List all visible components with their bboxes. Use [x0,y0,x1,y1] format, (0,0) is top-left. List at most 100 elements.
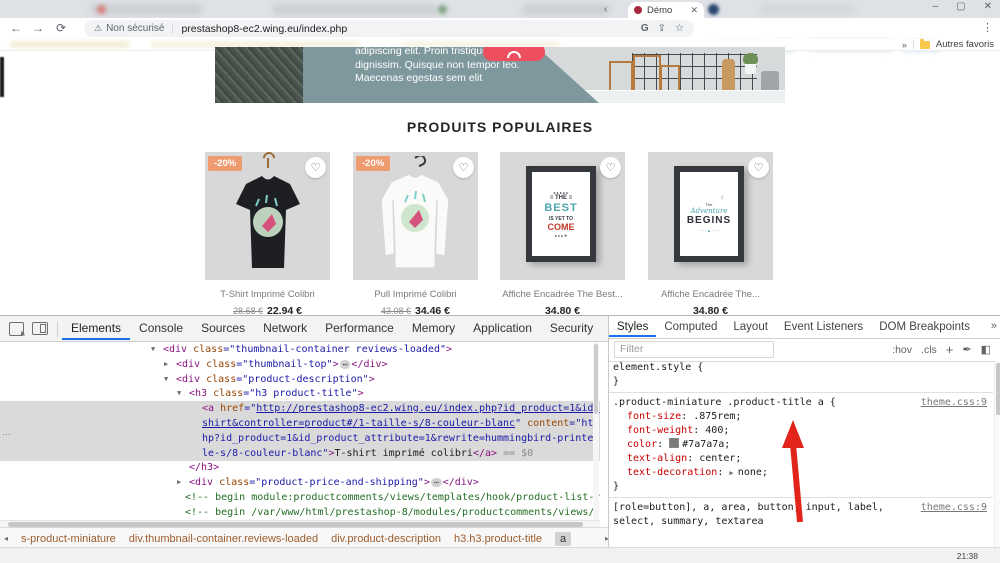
css-property[interactable]: font-weight: 400; [609,424,993,438]
breadcrumb-item[interactable]: div.thumbnail-container.reviews-loaded [129,533,318,545]
bookmark-star-icon[interactable]: ☆ [675,23,684,34]
cls-toggle[interactable]: .cls [921,344,937,356]
rule1-source-link[interactable]: theme.css:9 [921,396,987,410]
scrollbar-thumb[interactable] [594,344,598,414]
security-label: Non sécurisé [106,23,165,34]
expand-value-icon[interactable]: ▶ [729,469,737,477]
tree-expand-icon[interactable]: ▶ [164,357,168,372]
styles-tab-styles[interactable]: Styles [609,318,657,337]
rule2-selector[interactable]: [role=button], a, area, button, input, l… [613,502,884,513]
elements-tree[interactable]: ▼ <div class="thumbnail-container reviews… [0,342,600,520]
other-bookmarks-label[interactable]: Autres favoris [936,39,994,50]
banner-button[interactable] [483,47,545,61]
product-title[interactable]: Affiche Encadrée The Best... [500,280,625,303]
tree-row[interactable]: <!-- begin module:productcomments/views/… [0,490,600,505]
styles-vertical-scrollbar[interactable] [994,361,1000,548]
devtools-panel: ElementsConsoleSourcesNetworkPerformance… [0,315,1000,549]
back-icon[interactable]: ← [10,21,22,35]
tree-expand-icon[interactable]: ▼ [164,372,168,387]
tree-row[interactable]: ▶ <div class="thumbnail-top"> ⋯ </div> [0,357,600,372]
share-icon[interactable]: ⇪ [658,23,666,34]
styles-tab-computed[interactable]: Computed [656,318,725,337]
breadcrumb-item[interactable]: div.product-description [331,533,441,545]
sidebar-panel-icon[interactable]: ◧ [981,343,991,356]
devtools-tab-network[interactable]: Network [254,317,316,340]
wishlist-button[interactable]: ♡ [453,157,474,178]
wishlist-button[interactable]: ♡ [600,157,621,178]
devtools-tab-performance[interactable]: Performance [316,317,403,340]
css-property[interactable]: font-size: .875rem; [609,410,993,424]
breadcrumb-item[interactable]: a [555,531,572,546]
rule2-source-link[interactable]: theme.css:9 [921,501,987,515]
tab-favicon [634,6,642,14]
devtools-tab-sources[interactable]: Sources [192,317,254,340]
product-image[interactable]: -20% ♡ [353,152,478,280]
tree-row[interactable]: le-s/8-couleur-blanc">T-shirt imprimé co… [0,446,600,461]
tab-close-icon[interactable]: ✕ [690,5,698,16]
reload-icon[interactable]: ⟳ [56,21,66,35]
rule2-selector-line2[interactable]: select, summary, textarea [609,515,993,529]
tree-row[interactable]: shirt&controller=product#/1-taille-s/8-c… [0,416,600,431]
tree-gutter-dots[interactable]: … [2,427,12,437]
styles-tabs-more-icon[interactable]: » [991,320,997,332]
breadcrumb-item[interactable]: s-product-miniature [21,533,116,545]
css-property[interactable]: text-decoration: ▶ none; [609,466,993,480]
devtools-tab-elements[interactable]: Elements [62,317,131,340]
hero-banner[interactable]: adipiscing elit. Proin tristique in tort… [215,47,785,103]
tree-row[interactable]: ▶ <div class="product-price-and-shipping"… [0,475,600,490]
product-title[interactable]: T-Shirt Imprimé Colibri [205,280,330,303]
url-text[interactable]: prestashop8-ec2.wing.eu/index.php [181,23,631,35]
styles-filter-input[interactable]: Filter [614,341,774,358]
tab-scroll-left-icon[interactable]: ‹ [604,4,607,15]
breadcrumb-scroll-left-icon[interactable]: ◂ [4,534,8,543]
tree-expand-icon[interactable]: ▼ [151,342,155,357]
devtools-tabs: Elements Console Sources Network Performance… [62,317,679,340]
product-image[interactable]: -20% ♡ [205,152,330,280]
tree-row[interactable]: <a href="http://prestashop8-ec2.wing.eu/… [0,401,600,416]
color-swatch[interactable] [669,438,680,448]
maximize-button[interactable]: ▢ [956,1,965,12]
tree-row[interactable]: <!-- begin /var/www/html/prestashop-8/mo… [0,505,600,520]
elements-vertical-scrollbar[interactable] [593,342,599,520]
tree-row[interactable]: hp?id_product=1&id_product_attribute=1&r… [0,431,600,446]
styles-tab-layout[interactable]: Layout [725,318,776,337]
paint-format-icon[interactable]: ✒ [962,343,971,356]
css-property[interactable]: text-align: center; [609,452,993,466]
inspect-element-icon[interactable] [9,321,24,336]
element-style-open[interactable]: element.style { [609,361,993,375]
device-toolbar-icon[interactable] [32,322,48,335]
tree-expand-icon[interactable]: ▶ [177,475,181,490]
tree-row[interactable]: ▼ <div class="thumbnail-container reviews… [0,342,600,357]
product-title[interactable]: Affiche Encadrée The... [648,280,773,303]
rule1-selector[interactable]: .product-miniature .product-title a { [613,397,836,408]
styles-tab-dom-breakpoints[interactable]: DOM Breakpoints [871,318,978,337]
chrome-menu-icon[interactable]: ⋮ [982,21,993,34]
minimize-button[interactable]: – [933,1,939,12]
active-tab[interactable]: Démo ✕ [628,2,704,18]
devtools-tab-memory[interactable]: Memory [403,317,464,340]
new-style-rule-icon[interactable]: + [946,342,954,357]
google-icon[interactable]: G [641,23,649,34]
wishlist-button[interactable]: ♡ [305,157,326,178]
tree-row[interactable]: ▼ <div class="product-description"> [0,372,600,387]
devtools-tab-application[interactable]: Application [464,317,541,340]
product-image[interactable]: ♡ ▸ ▸ ▸ ▸ ▸ ≡ THE ≡ BEST IS YET TO COME … [500,152,625,280]
bookmarks-overflow-icon[interactable]: » [902,40,907,50]
close-button[interactable]: ✕ [984,1,992,12]
photo-wood-figure [722,59,735,92]
styles-tab-event-listeners[interactable]: Event Listeners [776,318,871,337]
css-property[interactable]: color: #7a7a7a; [609,438,993,452]
scrollbar-thumb[interactable] [996,363,1000,415]
product-image[interactable]: ♡ ☾ The Adventure BEGINS ⋯⋯ ▲ ⋯⋯ [648,152,773,280]
wishlist-button[interactable]: ♡ [748,157,769,178]
breadcrumb-item[interactable]: h3.h3.product-title [454,533,542,545]
devtools-tab-console[interactable]: Console [130,317,192,340]
tree-expand-icon[interactable]: ▼ [177,386,181,401]
devtools-tab-security[interactable]: Security [541,317,602,340]
hov-toggle[interactable]: :hov [892,344,912,356]
tree-row[interactable]: </h3> [0,460,600,475]
tree-row[interactable]: ▼ <h3 class="h3 product-title"> [0,386,600,401]
forward-icon[interactable]: → [32,21,44,35]
product-title[interactable]: Pull Imprimé Colibri [353,280,478,303]
omnibox[interactable]: ⚠ Non sécurisé prestashop8-ec2.wing.eu/i… [84,20,694,37]
